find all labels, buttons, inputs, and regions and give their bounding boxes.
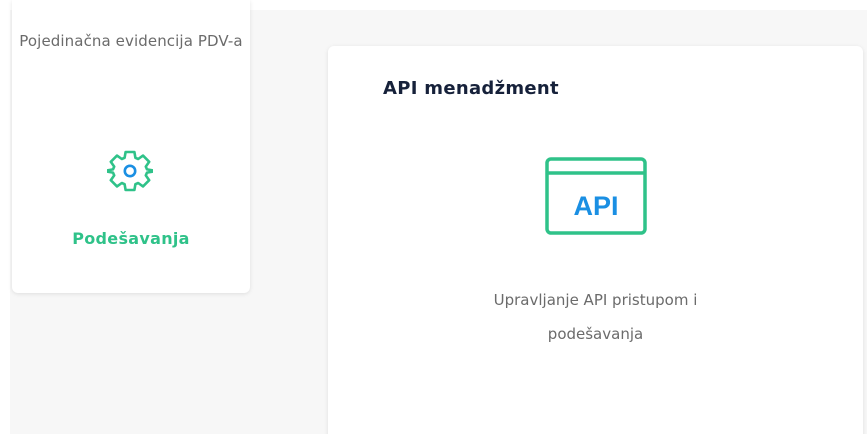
api-icon-text: API: [573, 191, 618, 221]
api-management-card[interactable]: API menadžment API Upravljanje API prist…: [328, 46, 863, 434]
api-window-icon: API: [545, 157, 647, 235]
card-description: Upravljanje API pristupom i podešavanja: [493, 291, 698, 343]
sidebar-item-pdv-label[interactable]: Pojedinačna evidencija PDV-a: [12, 26, 250, 56]
card-title: API menadžment: [383, 78, 559, 99]
gear-icon[interactable]: [107, 148, 153, 194]
page: Pojedinačna evidencija PDV-a Podešavanja…: [0, 0, 867, 434]
sidebar-item-settings-label[interactable]: Podešavanja: [12, 229, 250, 248]
sidebar: Pojedinačna evidencija PDV-a Podešavanja: [12, 0, 250, 293]
